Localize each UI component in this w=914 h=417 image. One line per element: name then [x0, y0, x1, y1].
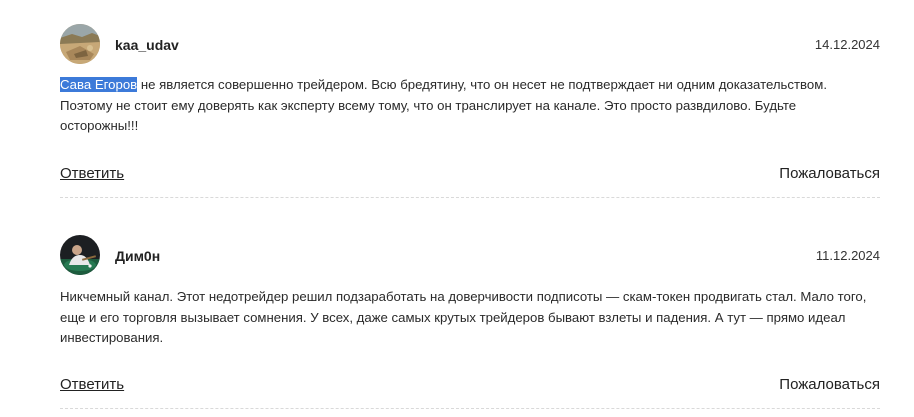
reply-link[interactable]: Ответить — [60, 374, 124, 396]
comment-date: 11.12.2024 — [815, 248, 880, 263]
comment-actions: Ответить Пожаловаться — [60, 374, 880, 396]
comment-username: Дим0н — [115, 248, 161, 264]
comment-divider — [60, 408, 880, 409]
comment-body: Никчемный канал. Этот недотрейдер решил … — [60, 289, 867, 345]
comment-header: Дим0н 11.12.2024 — [60, 235, 880, 275]
report-link[interactable]: Пожаловаться — [779, 374, 880, 396]
comments-list: kaa_udav 14.12.2024 Сава Егоров не являе… — [60, 0, 880, 409]
user-photo-person-icon — [60, 235, 100, 275]
comment-item: Дим0н 11.12.2024 Никчемный канал. Этот н… — [60, 0, 880, 409]
comment-text: Никчемный канал. Этот недотрейдер решил … — [60, 287, 870, 349]
user-avatar[interactable] — [60, 235, 100, 275]
